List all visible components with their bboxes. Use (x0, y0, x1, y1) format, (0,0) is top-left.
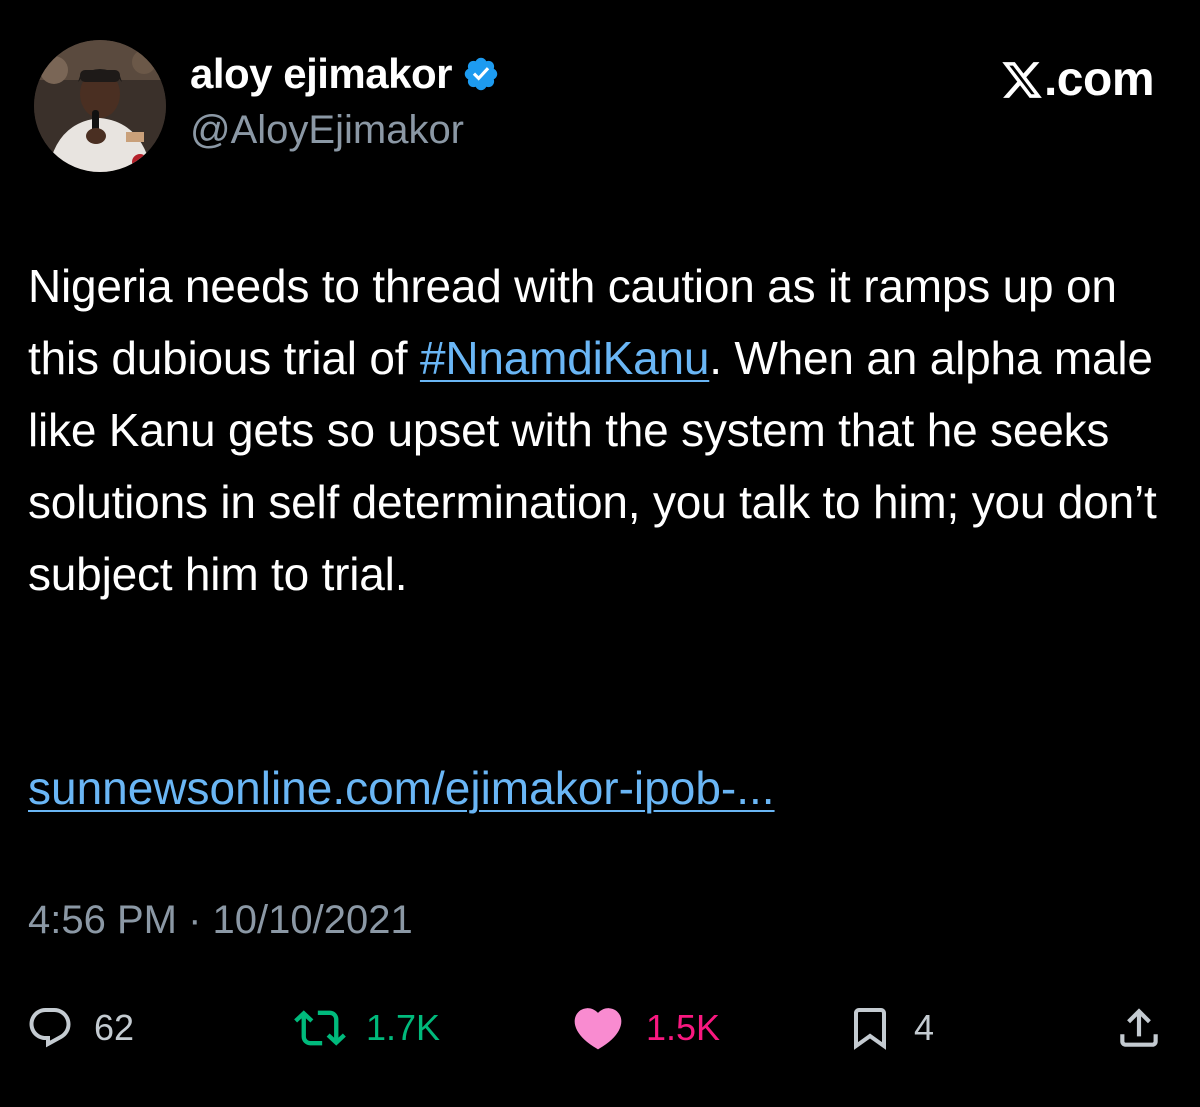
retweet-button[interactable]: 1.7K (294, 998, 440, 1058)
reply-count: 62 (94, 1007, 135, 1048)
author-name-row[interactable]: aloy ejimakor (190, 50, 500, 98)
brand-logo: .com (1000, 52, 1155, 107)
bookmark-icon (854, 1008, 886, 1050)
timestamp-separator: · (176, 898, 213, 942)
tweet-date: 10/10/2021 (212, 898, 413, 942)
reply-button[interactable]: 62 (26, 998, 134, 1058)
verified-badge-icon (462, 55, 500, 93)
avatar[interactable] (34, 40, 166, 172)
retweet-icon (294, 1010, 346, 1046)
article-link[interactable]: sunnewsonline.com/ejimakor-ipob-... (28, 752, 775, 824)
hashtag-link[interactable]: #NnamdiKanu (420, 332, 710, 384)
action-bar: 62 1.7K 1.5K 4 (0, 998, 1200, 1058)
bookmark-button[interactable]: 4 (846, 998, 934, 1058)
like-button[interactable]: 1.5K (570, 998, 720, 1058)
like-count: 1.5K (646, 1007, 721, 1048)
share-icon (1120, 1008, 1158, 1047)
share-button[interactable] (1114, 998, 1164, 1058)
tweet-text: Nigeria needs to thread with caution as … (28, 250, 1173, 610)
display-name[interactable]: aloy ejimakor (190, 50, 452, 98)
avatar-image (34, 40, 166, 172)
x-logo-icon (1000, 58, 1044, 102)
heart-icon (574, 1008, 622, 1050)
brand-label: .com (1043, 53, 1155, 106)
bookmark-count: 4 (914, 1007, 935, 1048)
reply-icon (29, 1008, 71, 1048)
tweet-time: 4:56 PM (28, 898, 177, 942)
author-handle[interactable]: @AloyEjimakor (190, 108, 464, 153)
tweet-timestamp[interactable]: 4:56 PM · 10/10/2021 (28, 898, 413, 943)
retweet-count: 1.7K (366, 1007, 441, 1048)
